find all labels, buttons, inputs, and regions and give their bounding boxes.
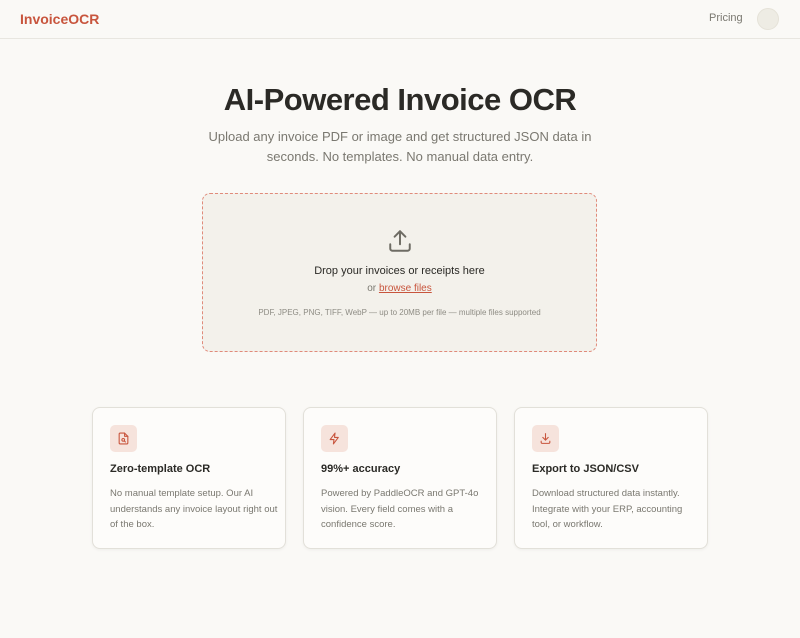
feature-description: Download structured data instantly. Inte… <box>532 488 683 530</box>
page-subtitle: Upload any invoice PDF or image and get … <box>208 129 592 164</box>
upload-dropzone[interactable]: Drop your invoices or receipts here or b… <box>202 193 597 352</box>
feature-title: Export to JSON/CSV <box>532 463 639 475</box>
card-icon-tile <box>321 425 348 452</box>
logo[interactable]: InvoiceOCR <box>20 11 99 27</box>
avatar[interactable] <box>757 8 779 30</box>
dropzone-or-text: or <box>367 283 377 294</box>
card-icon-tile <box>110 425 137 452</box>
document-search-icon <box>118 432 129 445</box>
top-nav: InvoiceOCR Pricing <box>0 0 800 39</box>
dropzone-formats: PDF, JPEG, PNG, TIFF, WebP — up to 20MB … <box>258 308 541 317</box>
feature-description: No manual template setup. Our AI underst… <box>110 488 278 530</box>
card-icon-tile <box>532 425 559 452</box>
feature-description: Powered by PaddleOCR and GPT-4o vision. … <box>321 488 479 530</box>
feature-title: Zero-template OCR <box>110 463 211 475</box>
download-icon <box>540 433 551 444</box>
upload-icon <box>389 230 411 252</box>
browse-files-link[interactable]: browse files <box>379 283 432 294</box>
feature-card-zero-template: Zero-template OCR No manual template set… <box>92 407 286 549</box>
dropzone-or-row: or browse files <box>203 283 596 294</box>
lightning-icon <box>329 432 339 445</box>
page-title: AI-Powered Invoice OCR <box>223 82 577 117</box>
dropzone-title: Drop your invoices or receipts here <box>314 265 485 277</box>
feature-title: 99%+ accuracy <box>321 463 401 475</box>
nav-link-pricing[interactable]: Pricing <box>709 12 743 24</box>
feature-card-accuracy: 99%+ accuracy Powered by PaddleOCR and G… <box>303 407 497 549</box>
feature-card-export: Export to JSON/CSV Download structured d… <box>514 407 708 549</box>
